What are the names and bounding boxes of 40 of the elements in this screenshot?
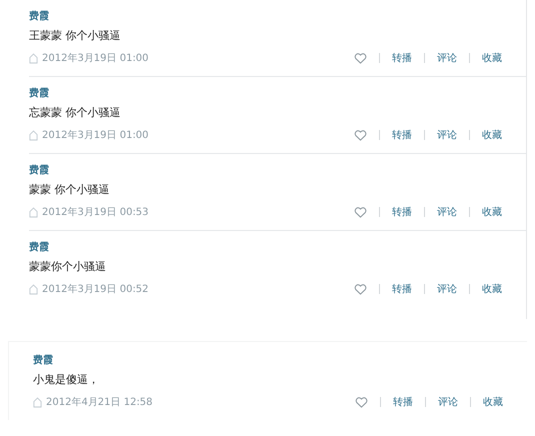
action-link[interactable]: 收藏	[482, 205, 502, 219]
post-text: 蒙蒙 你个小骚逼	[29, 182, 110, 198]
author-name[interactable]: 费霞	[29, 241, 502, 255]
post-time: 2012年3月19日 00:53	[42, 206, 149, 219]
house-icon	[33, 396, 42, 408]
post-text: 忘蒙蒙 你个小骚逼	[29, 105, 122, 121]
action-link[interactable]: 评论	[437, 205, 457, 219]
action-link[interactable]: 转播	[392, 51, 412, 65]
action-link[interactable]: 收藏	[482, 51, 502, 65]
heart-icon[interactable]	[354, 52, 367, 64]
post-text: 王蒙蒙 你个小骚逼	[29, 28, 122, 44]
action-link[interactable]: 转播	[392, 205, 412, 219]
post-text: 小鬼是傻逼，	[33, 372, 100, 388]
action-link[interactable]: 评论	[437, 128, 457, 142]
post-time: 2012年3月19日 01:00	[42, 129, 149, 142]
heart-icon[interactable]	[354, 130, 367, 140]
heart-icon[interactable]	[354, 206, 367, 218]
action-link[interactable]: 收藏	[482, 282, 502, 296]
post-time: 2012年3月19日 01:00	[42, 52, 149, 65]
author-name[interactable]: 费霞	[29, 164, 502, 178]
heart-icon[interactable]	[354, 284, 367, 294]
action-link[interactable]: 评论	[437, 282, 457, 296]
post-time: 2012年4月21日 12:58	[46, 396, 153, 409]
heart-icon[interactable]	[355, 396, 368, 408]
house-icon	[29, 52, 38, 64]
house-icon	[29, 130, 38, 140]
action-link[interactable]: 收藏	[482, 128, 502, 142]
author-name[interactable]: 费霞	[29, 87, 502, 101]
house-icon	[29, 284, 38, 294]
action-link[interactable]: 收藏	[483, 395, 503, 409]
action-link[interactable]: 转播	[392, 128, 412, 142]
action-link[interactable]: 转播	[392, 282, 412, 296]
post-text: 蒙蒙你个小骚逼	[29, 259, 107, 275]
action-link[interactable]: 评论	[438, 395, 458, 409]
action-link[interactable]: 评论	[437, 51, 457, 65]
house-icon	[29, 206, 38, 218]
author-name[interactable]: 费霞	[29, 10, 502, 24]
post-time: 2012年3月19日 00:52	[42, 283, 149, 296]
action-link[interactable]: 转播	[393, 395, 413, 409]
author-name[interactable]: 费霞	[33, 354, 503, 368]
